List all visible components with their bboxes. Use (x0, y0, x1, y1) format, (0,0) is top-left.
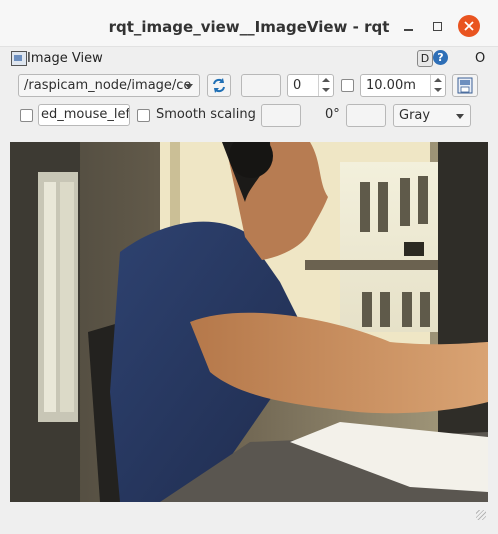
number-spinbox[interactable]: 0 (287, 74, 334, 97)
mouse-topic-checkbox[interactable] (20, 109, 33, 122)
dock-d-button[interactable]: D (417, 50, 433, 67)
save-image-button[interactable] (452, 74, 478, 97)
window-title: rqt_image_view__ImageView - rqt (108, 18, 390, 36)
mouse-topic-input[interactable]: ed_mouse_left (38, 104, 130, 126)
dock-title: Image View (27, 51, 103, 66)
help-button[interactable]: ? (433, 50, 448, 65)
number-value: 0 (293, 78, 302, 93)
plugin-area: Image View D ? O /raspicam_node/image/co… (10, 48, 488, 524)
dock-o-button[interactable]: O (475, 51, 485, 66)
blank-button-1[interactable] (241, 74, 281, 97)
spin-down-icon (322, 88, 330, 92)
minimize-icon (403, 29, 413, 31)
app-window: rqt_image_view__ImageView - rqt Image Vi… (0, 0, 498, 534)
maximize-button[interactable] (427, 16, 447, 36)
rate-value: 10.00m (366, 78, 416, 93)
minimize-button[interactable] (398, 16, 418, 36)
title-bar: rqt_image_view__ImageView - rqt (0, 0, 498, 47)
color-scheme-combobox[interactable]: Gray (393, 104, 471, 127)
spin-arrows[interactable] (318, 75, 333, 96)
close-icon (464, 21, 474, 31)
color-scheme-value: Gray (399, 108, 431, 123)
spin-up-icon (322, 78, 330, 82)
rate-spinbox[interactable]: 10.00m (360, 74, 446, 97)
smooth-scaling-checkbox[interactable] (137, 109, 150, 122)
dock-title-bar[interactable]: Image View D ? O (10, 48, 488, 70)
maximize-icon (432, 21, 442, 31)
spin-up-icon (434, 78, 442, 82)
rotation-label: 0° (325, 107, 340, 122)
refresh-icon (213, 78, 225, 93)
smooth-scaling-label: Smooth scaling (156, 107, 256, 122)
chevron-down-icon (456, 114, 464, 119)
rate-checkbox[interactable] (341, 79, 354, 92)
mouse-topic-value: ed_mouse_left (41, 107, 130, 122)
topic-value: /raspicam_node/image/co (24, 78, 192, 93)
camera-image (10, 142, 488, 502)
image-view-icon (11, 51, 27, 66)
chevron-down-icon (185, 84, 193, 89)
rotate-right-button[interactable] (346, 104, 386, 127)
status-bar (10, 502, 488, 524)
image-display[interactable] (10, 142, 488, 502)
close-button[interactable] (458, 15, 480, 37)
rotate-left-button[interactable] (261, 104, 301, 127)
topic-combobox[interactable]: /raspicam_node/image/co (18, 74, 200, 97)
refresh-button[interactable] (207, 74, 231, 97)
resize-grip-icon[interactable] (476, 510, 486, 520)
spin-down-icon (434, 88, 442, 92)
spin-arrows[interactable] (430, 75, 445, 96)
save-icon (457, 77, 473, 94)
